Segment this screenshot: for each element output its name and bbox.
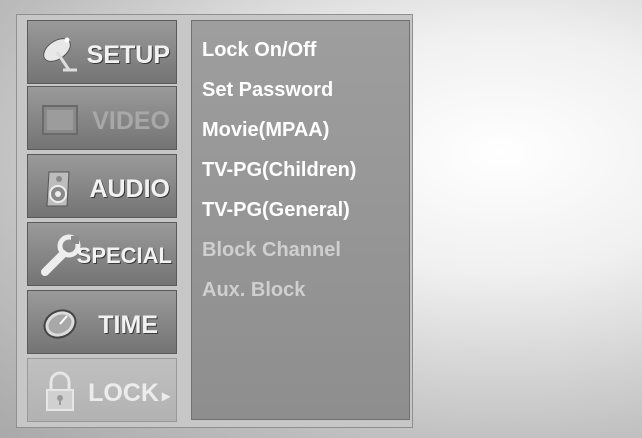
tab-audio[interactable]: AUDIO <box>27 154 177 218</box>
menu-item-tv-pg-general[interactable]: TV-PG(General) <box>202 199 350 222</box>
screen-icon <box>36 95 84 143</box>
clock-icon <box>36 299 84 347</box>
menu-item-lock-on-off[interactable]: Lock On/Off <box>202 39 316 62</box>
padlock-icon <box>36 367 84 415</box>
tv-screen: SETUP VIDEO AUDIO SPECIAL TIME LOCK ▸ Lo… <box>0 0 642 438</box>
tab-label: SETUP <box>86 41 170 69</box>
tab-label: AUDIO <box>89 175 170 203</box>
tab-label: VIDEO <box>92 107 170 135</box>
lock-submenu: Lock On/Off Set Password Movie(MPAA) TV-… <box>191 20 410 420</box>
tab-label: TIME <box>98 311 158 339</box>
tab-special[interactable]: SPECIAL <box>27 222 177 286</box>
tab-label: LOCK ▸ <box>88 379 170 408</box>
menu-item-block-channel[interactable]: Block Channel <box>202 239 341 262</box>
menu-item-movie-mpaa[interactable]: Movie(MPAA) <box>202 119 329 142</box>
menu-item-set-password[interactable]: Set Password <box>202 79 333 102</box>
menu-item-tv-pg-children[interactable]: TV-PG(Children) <box>202 159 356 182</box>
tab-lock-label: LOCK <box>88 379 159 407</box>
tab-time[interactable]: TIME <box>27 290 177 354</box>
tab-setup[interactable]: SETUP <box>27 20 177 84</box>
satellite-dish-icon <box>36 29 84 77</box>
tab-lock[interactable]: LOCK ▸ <box>27 358 177 422</box>
menu-item-aux-block[interactable]: Aux. Block <box>202 279 305 302</box>
speaker-icon <box>36 163 84 211</box>
selected-arrow-icon: ▸ <box>161 388 170 405</box>
tab-label: SPECIAL <box>76 243 172 268</box>
tab-video[interactable]: VIDEO <box>27 86 177 150</box>
